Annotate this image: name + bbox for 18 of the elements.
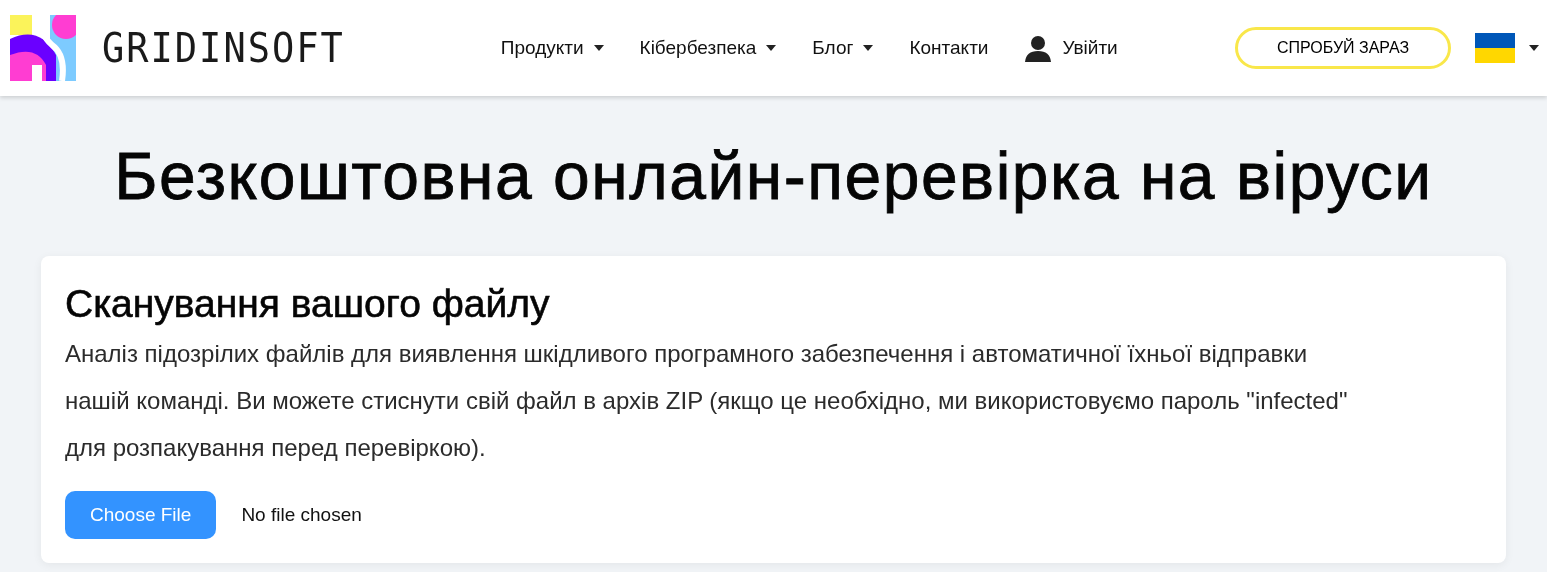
flag-icon[interactable] <box>1475 33 1515 63</box>
nav-link[interactable]: Кібербезпека <box>639 37 777 59</box>
card-description: Аналіз підозрілих файлів для виявлення шкідливого програмного забезпечення і автоматичної їхньої відправки нашій команді. Ви можете стиснути свій файл в архів ZIP (якщо це необхідно, ми використовуємо пароль "infected" для розпакування перед перевіркою). <box>65 339 1349 463</box>
page-title: Безкоштовна онлайн-перевірка на віруси <box>113 138 1434 215</box>
nav-link[interactable]: Блог <box>812 37 874 59</box>
nav-link[interactable]: Продукти <box>500 37 604 59</box>
caret-icon <box>766 45 777 51</box>
caret-icon <box>593 45 604 51</box>
login-link[interactable]: Увійти <box>1024 34 1118 62</box>
file-status: No file chosen <box>241 504 362 526</box>
user-icon <box>1024 34 1053 62</box>
card-title: Сканування вашого файлу <box>65 282 551 326</box>
logo-text[interactable]: GRIDINSOFT <box>102 24 345 72</box>
caret-icon[interactable] <box>1529 45 1539 51</box>
nav-link[interactable]: Контакти <box>909 37 989 59</box>
try-now-button[interactable]: СПРОБУЙ ЗАРАЗ <box>1235 27 1451 69</box>
logo-icon[interactable] <box>10 15 76 81</box>
caret-icon <box>863 45 874 51</box>
